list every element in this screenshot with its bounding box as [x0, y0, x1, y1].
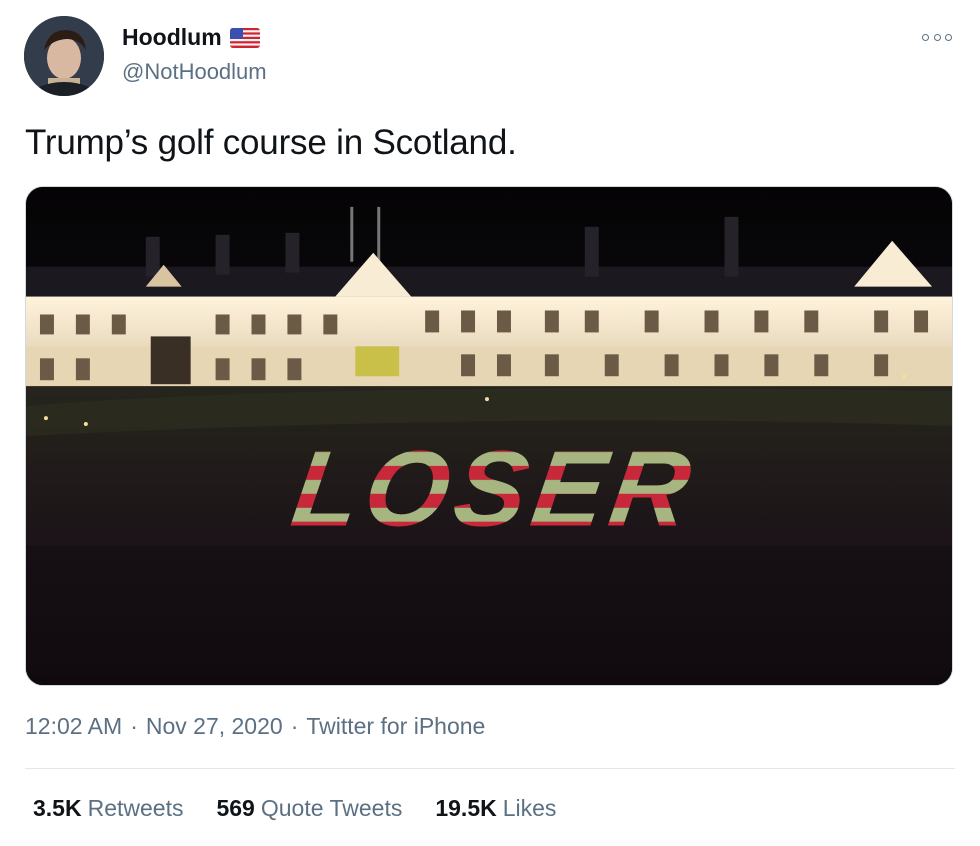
- projected-loser-text: LOSER: [285, 428, 703, 548]
- profile-photo-icon: [24, 16, 104, 96]
- retweets-label: Retweets: [87, 795, 184, 821]
- divider: [25, 768, 955, 769]
- tweet-metadata: 12:02 AM · Nov 27, 2020 · Twitter for iP…: [25, 713, 485, 740]
- avatar[interactable]: [24, 16, 104, 96]
- quote-tweets-link[interactable]: 569 Quote Tweets: [216, 795, 402, 822]
- tweet-media[interactable]: LOSER: [25, 186, 953, 686]
- tweet-time[interactable]: 12:02 AM: [25, 713, 122, 740]
- likes-label: Likes: [502, 795, 557, 821]
- likes-count: 19.5K: [435, 795, 497, 821]
- tweet-source[interactable]: Twitter for iPhone: [306, 713, 485, 740]
- user-handle[interactable]: @NotHoodlum: [122, 59, 267, 85]
- separator: ·: [130, 713, 138, 739]
- tweet-text: Trump’s golf course in Scotland.: [25, 123, 517, 162]
- us-flag-icon: [229, 27, 260, 48]
- quote-tweets-label: Quote Tweets: [260, 795, 403, 821]
- likes-link[interactable]: 19.5K Likes: [435, 795, 556, 822]
- tweet-date[interactable]: Nov 27, 2020: [146, 713, 283, 740]
- more-options-icon[interactable]: [922, 26, 952, 48]
- separator: ·: [290, 713, 299, 739]
- display-name[interactable]: Hoodlum: [122, 24, 222, 51]
- retweets-link[interactable]: 3.5K Retweets: [33, 795, 183, 822]
- tweet-stats: 3.5K Retweets 569 Quote Tweets 19.5K Likes: [33, 795, 589, 822]
- retweets-count: 3.5K: [33, 795, 82, 821]
- quote-tweets-count: 569: [216, 795, 255, 821]
- hotel-night-photo-icon: LOSER: [26, 187, 952, 685]
